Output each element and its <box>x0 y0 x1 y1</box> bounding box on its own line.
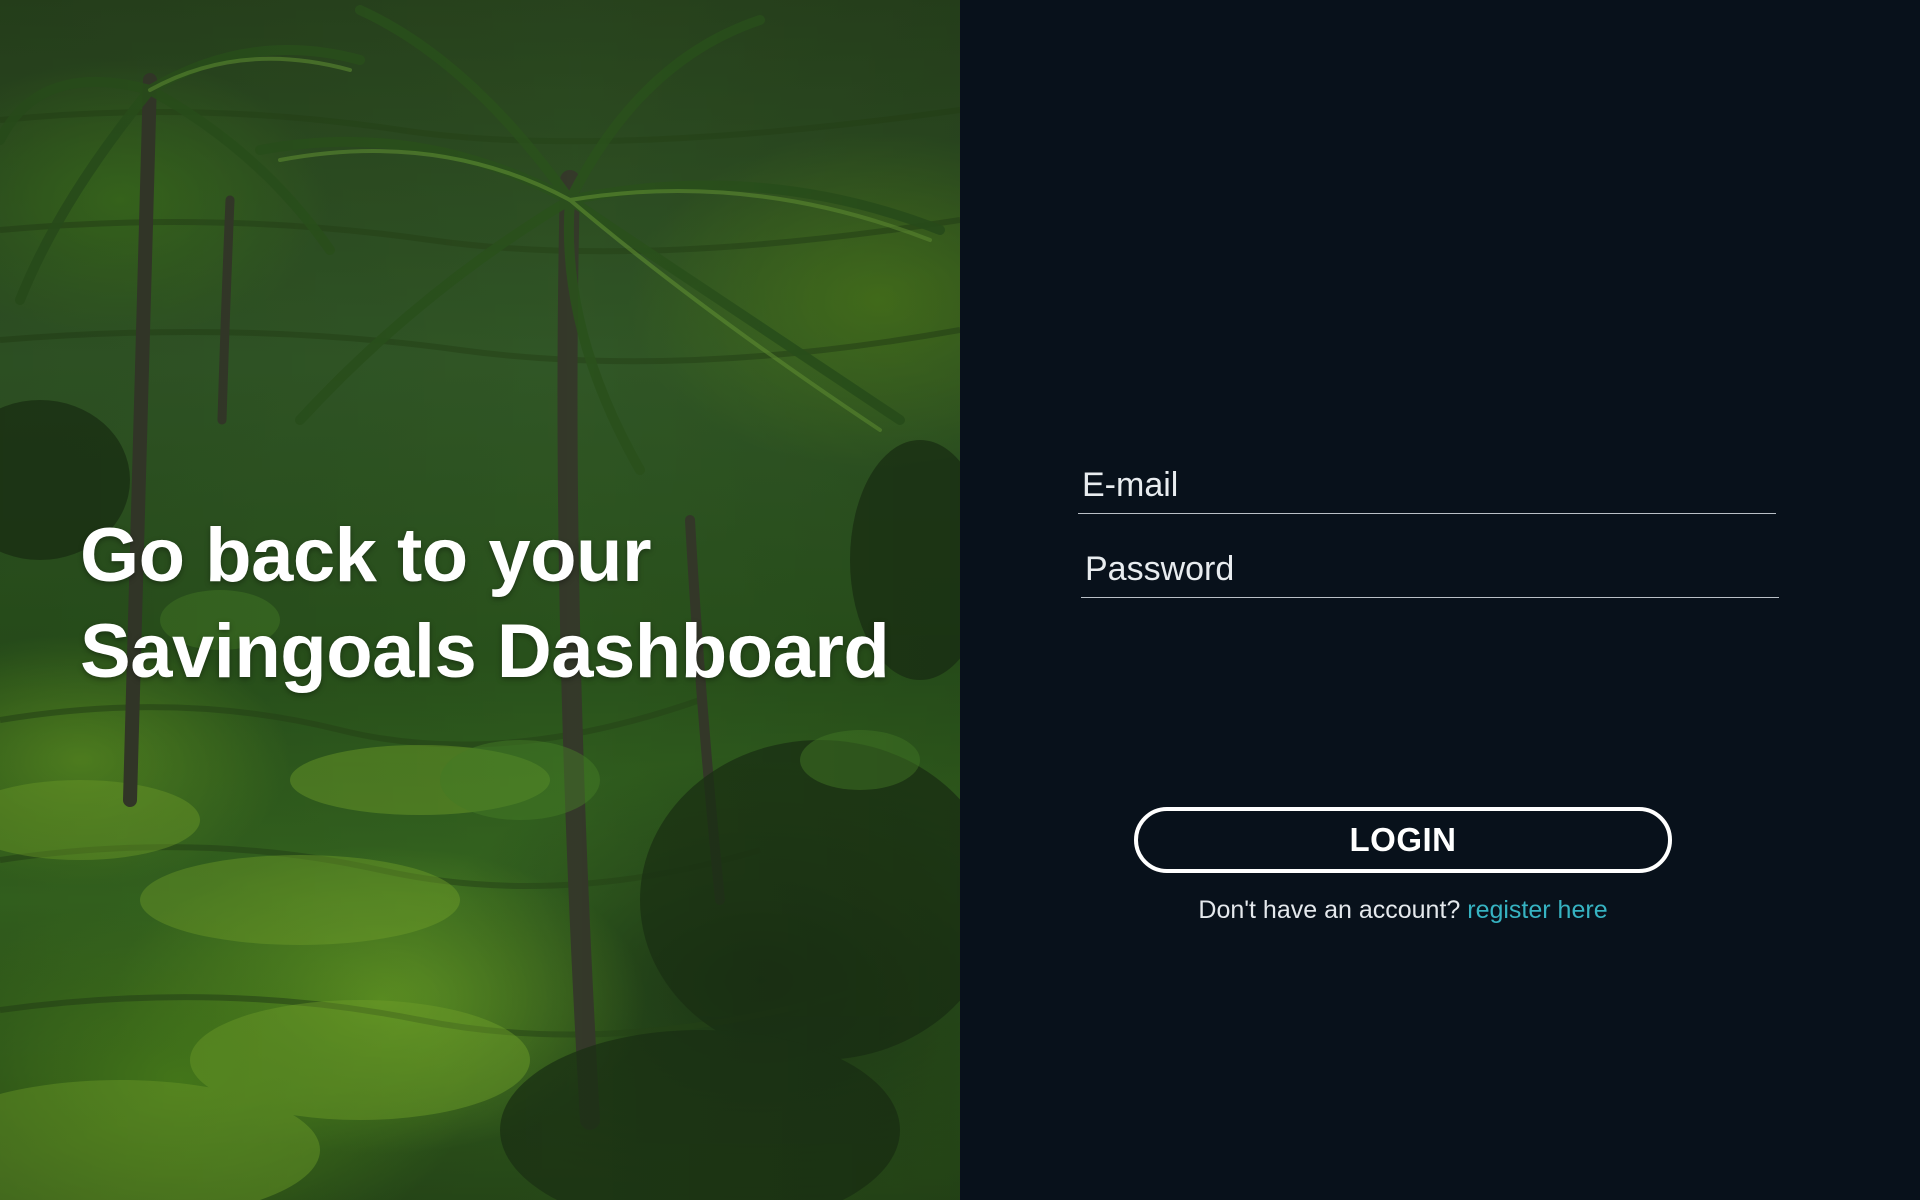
hero-title: Go back to your Savingoals Dashboard <box>80 508 890 700</box>
register-prompt: Don't have an account? register here <box>960 896 1846 925</box>
email-field[interactable] <box>1078 458 1776 514</box>
hero-title-line-2: Savingoals Dashboard <box>80 609 890 694</box>
login-page: Go back to your Savingoals Dashboard LOG… <box>0 0 1920 1200</box>
register-prompt-text: Don't have an account? <box>1198 896 1461 924</box>
password-field[interactable] <box>1081 542 1779 598</box>
register-link[interactable]: register here <box>1467 896 1607 924</box>
login-button[interactable]: LOGIN <box>1134 807 1672 873</box>
login-panel: LOGIN Don't have an account? register he… <box>960 0 1920 1200</box>
hero-panel: Go back to your Savingoals Dashboard <box>0 0 960 1200</box>
hero-title-line-1: Go back to your <box>80 513 652 598</box>
